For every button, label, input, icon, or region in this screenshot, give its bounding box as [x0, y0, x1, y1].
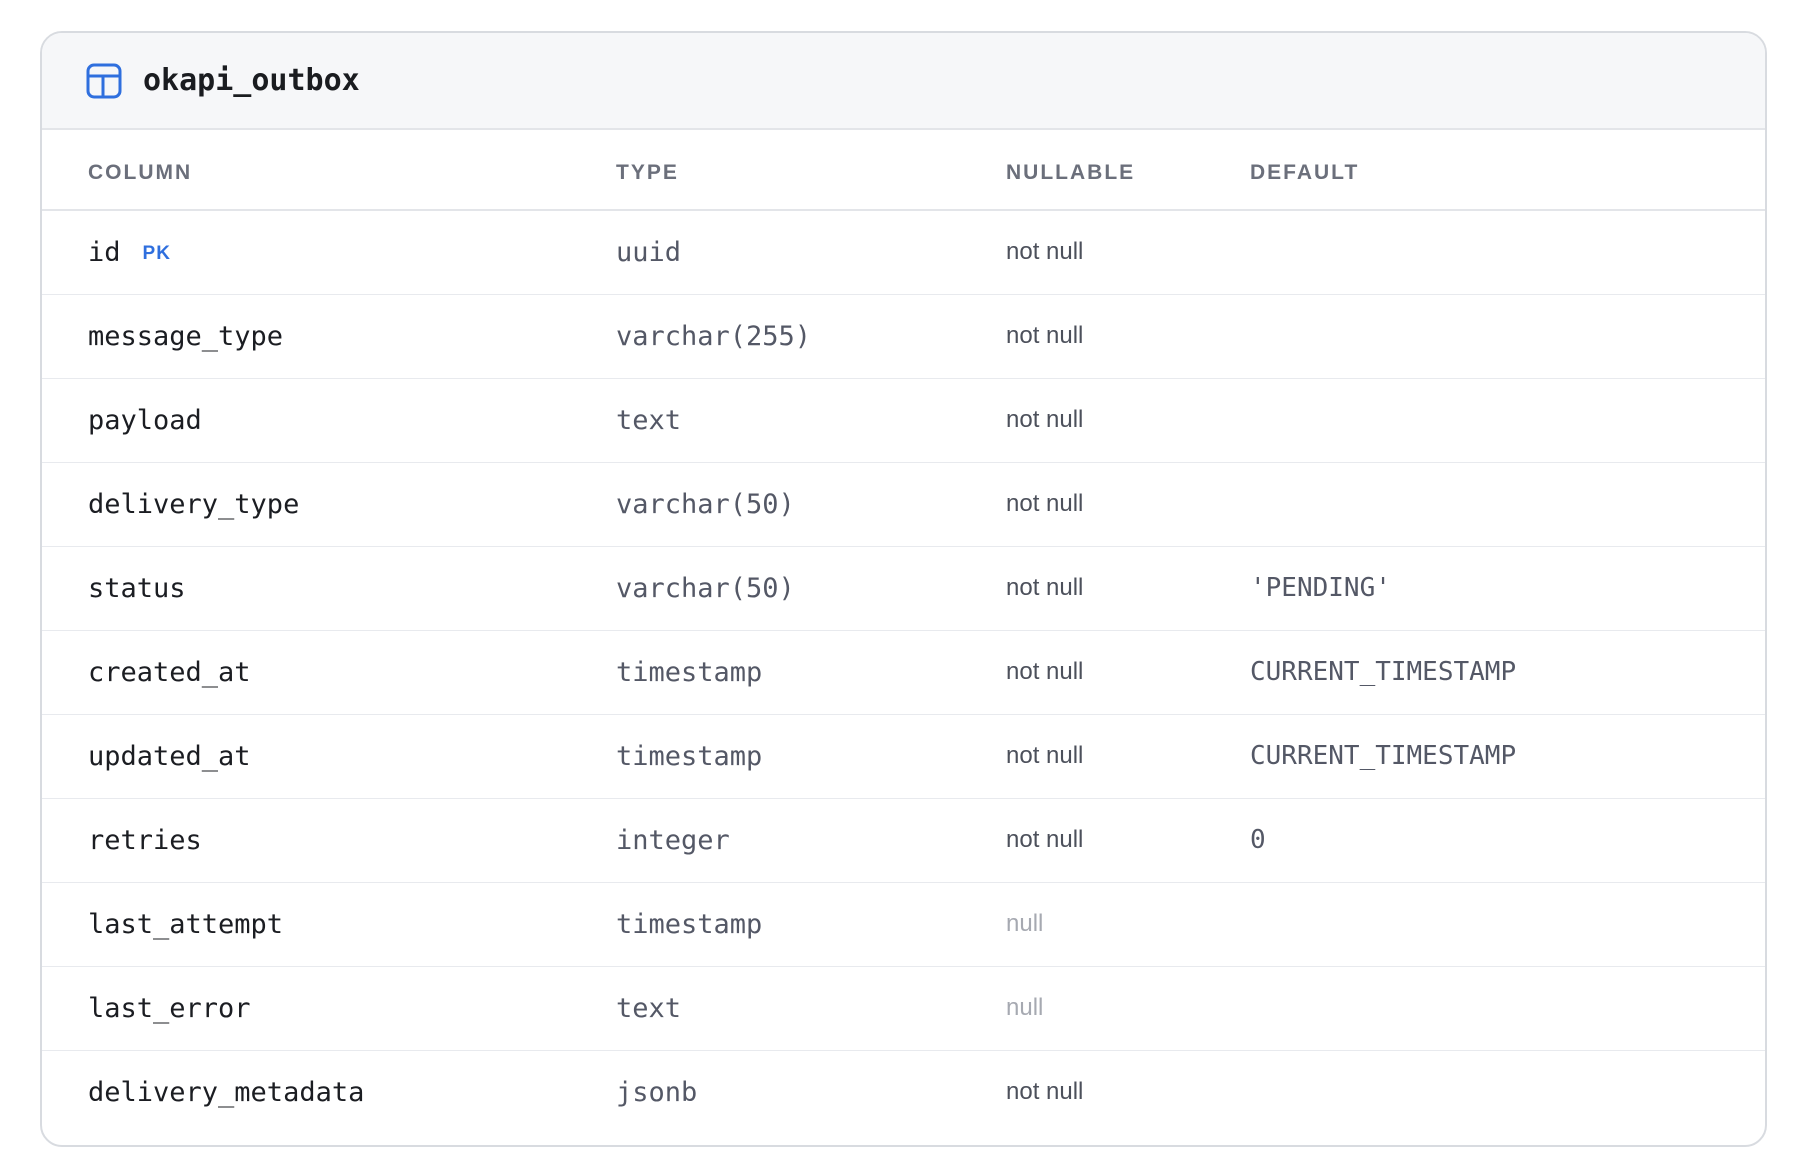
header-row: COLUMN TYPE NULLABLE DEFAULT — [42, 130, 1765, 211]
table-row: last_attempt timestamp null — [42, 882, 1765, 967]
column-type: integer — [616, 798, 1006, 883]
column-type: jsonb — [616, 1076, 698, 1108]
column-name: message_type — [88, 320, 284, 352]
column-default — [1250, 210, 1765, 295]
header-nullable: NULLABLE — [1006, 130, 1250, 211]
column-type: text — [616, 966, 1006, 1051]
column-nullable: not null — [1006, 1078, 1084, 1106]
column-type: varchar(50) — [616, 462, 1006, 547]
column-name: delivery_metadata — [88, 1076, 365, 1108]
table-name: okapi_outbox — [143, 63, 360, 98]
column-default: CURRENT_TIMESTAMP — [1250, 630, 1765, 715]
column-cell: message_type — [42, 294, 616, 379]
header-type: TYPE — [616, 130, 1006, 211]
column-cell: payload — [42, 378, 616, 463]
table-schema-card: okapi_outbox COLUMN TYPE NULLABLE DEFAUL… — [40, 31, 1767, 1147]
column-cell: last_attempt — [42, 882, 616, 967]
header-column: COLUMN — [42, 130, 616, 211]
column-cell: delivery_type — [42, 462, 616, 547]
column-name: created_at — [88, 656, 251, 688]
column-name: updated_at — [88, 740, 251, 772]
table-row: created_at timestamp not null CURRENT_TIMES… — [42, 630, 1765, 715]
column-type: varchar(255) — [616, 294, 1006, 379]
column-default — [1250, 462, 1765, 547]
table-row: message_type varchar(255) not null — [42, 294, 1765, 379]
table-row: status varchar(50) not null 'PENDING' — [42, 546, 1765, 631]
column-cell: created_at — [42, 630, 616, 715]
column-name: delivery_type — [88, 488, 300, 520]
column-name: status — [88, 572, 186, 604]
column-default — [1250, 882, 1765, 967]
column-nullable: not null — [1006, 798, 1250, 883]
column-cell: delivery_metadata — [42, 1050, 616, 1134]
column-nullable: not null — [1006, 714, 1250, 799]
column-nullable: not null — [1006, 210, 1250, 295]
column-type: timestamp — [616, 714, 1006, 799]
column-default — [1250, 294, 1765, 379]
column-default: 'PENDING' — [1250, 546, 1765, 631]
schema-rows: id PK uuid not null message_type varchar(255)… — [42, 210, 1765, 1134]
column-default — [1250, 1050, 1765, 1134]
table-header: okapi_outbox — [42, 33, 1765, 130]
table-row: updated_at timestamp not null CURRENT_TIMES… — [42, 714, 1765, 799]
column-name: last_attempt — [88, 908, 284, 940]
table-row: delivery_metadata jsonb not null — [42, 1050, 1765, 1134]
primary-key-badge: PK — [142, 242, 171, 264]
column-default: 0 — [1250, 798, 1765, 883]
column-name: retries — [88, 824, 202, 856]
column-cell: status — [42, 546, 616, 631]
column-default — [1250, 966, 1765, 1051]
column-nullable: not null — [1006, 462, 1250, 547]
column-nullable: null — [1006, 882, 1250, 967]
table-row: payload text not null — [42, 378, 1765, 463]
column-default — [1250, 378, 1765, 463]
column-cell: id PK — [42, 210, 616, 295]
column-cell: updated_at — [42, 714, 616, 799]
schema-table: COLUMN TYPE NULLABLE DEFAULT id PK uuid not… — [42, 130, 1765, 1134]
column-type: text — [616, 378, 1006, 463]
column-cell: last_error — [42, 966, 616, 1051]
column-nullable: not null — [1006, 630, 1250, 715]
column-default: CURRENT_TIMESTAMP — [1250, 714, 1765, 799]
table-icon — [86, 63, 122, 99]
table-row: id PK uuid not null — [42, 210, 1765, 295]
column-name: last_error — [88, 992, 251, 1024]
column-type: uuid — [616, 210, 1006, 295]
column-type: timestamp — [616, 882, 1006, 967]
column-name: payload — [88, 404, 202, 436]
table-row: last_error text null — [42, 966, 1765, 1051]
table-row: delivery_type varchar(50) not null — [42, 462, 1765, 547]
column-nullable: null — [1006, 966, 1250, 1051]
column-type: timestamp — [616, 630, 1006, 715]
table-row: retries integer not null 0 — [42, 798, 1765, 883]
column-name: id — [88, 236, 121, 268]
column-nullable: not null — [1006, 378, 1250, 463]
column-nullable: not null — [1006, 546, 1250, 631]
column-nullable: not null — [1006, 294, 1250, 379]
column-cell: retries — [42, 798, 616, 883]
column-type: varchar(50) — [616, 546, 1006, 631]
header-default: DEFAULT — [1250, 130, 1765, 211]
